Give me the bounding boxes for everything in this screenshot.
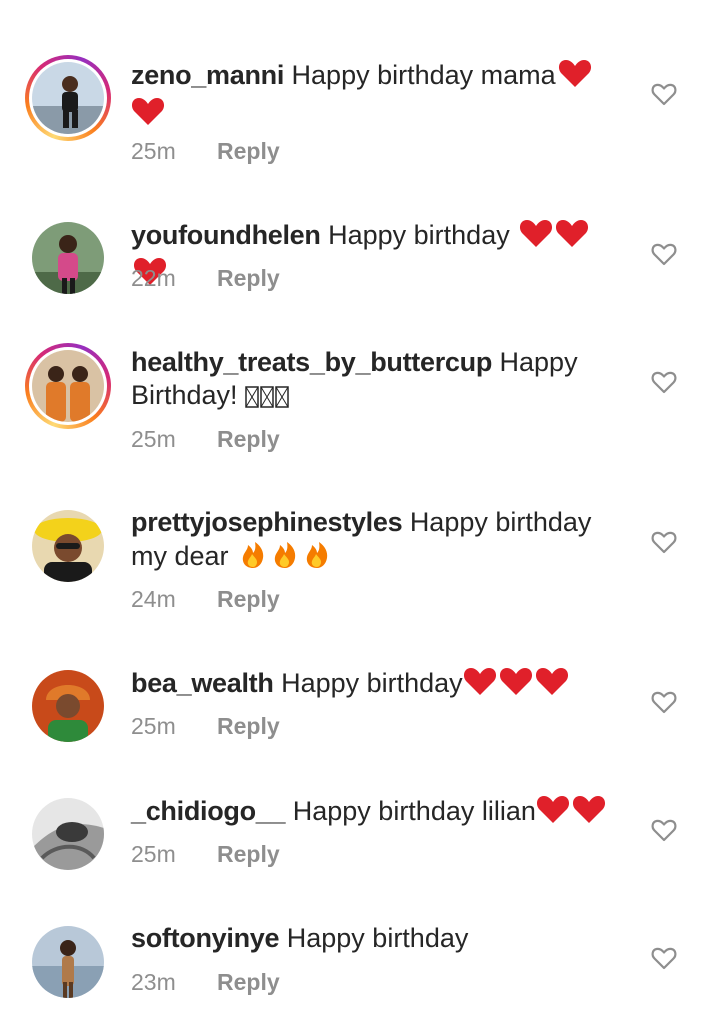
comment-text: Happy birthday: [286, 923, 469, 953]
comment-timestamp: 22m: [131, 265, 176, 291]
heart-emoji-icon: [463, 666, 497, 704]
avatar-photo: [32, 62, 104, 134]
avatar-photo: [32, 670, 104, 742]
avatar-image: [32, 222, 104, 294]
comment-text: Happy birthday: [328, 220, 518, 250]
story-ring: [25, 55, 111, 141]
comment-timestamp: 25m: [131, 138, 176, 164]
avatar-image: [32, 670, 104, 742]
comment-timestamp: 24m: [131, 586, 176, 612]
avatar-image: [32, 798, 104, 870]
avatar-photo: [32, 926, 104, 998]
avatar-image: [32, 62, 104, 134]
avatar[interactable]: [24, 54, 112, 142]
reply-button[interactable]: Reply: [217, 586, 280, 612]
comment-text: Happy birthday mama: [291, 60, 556, 90]
avatar-image: [32, 350, 104, 422]
heart-emoji-icon: [499, 666, 533, 704]
like-heart-icon[interactable]: [650, 240, 678, 268]
comment-username[interactable]: softonyinye: [131, 923, 280, 953]
avatar-image: [32, 510, 104, 582]
missing-glyph-icon: [245, 383, 259, 416]
reply-button[interactable]: Reply: [217, 841, 280, 867]
fire-emoji-icon: [302, 539, 332, 577]
comment-username[interactable]: prettyjosephinestyles: [131, 507, 403, 537]
like-heart-icon[interactable]: [650, 816, 678, 844]
avatar[interactable]: [24, 502, 112, 590]
heart-emoji-icon: [572, 794, 606, 832]
reply-button[interactable]: Reply: [217, 713, 280, 739]
story-ring: [25, 343, 111, 429]
reply-button[interactable]: Reply: [217, 426, 280, 452]
missing-glyph-icon: [275, 383, 289, 416]
reply-button[interactable]: Reply: [217, 138, 280, 164]
heart-emoji-icon: [131, 96, 165, 134]
avatar[interactable]: [24, 790, 112, 878]
fire-emoji-icon: [270, 539, 300, 577]
comment-username[interactable]: _chidiogo__: [131, 796, 286, 826]
like-heart-icon[interactable]: [650, 528, 678, 556]
avatar-photo: [32, 222, 104, 294]
like-heart-icon[interactable]: [650, 688, 678, 716]
heart-emoji-icon: [558, 58, 592, 96]
like-heart-icon[interactable]: [650, 80, 678, 108]
reply-button[interactable]: Reply: [217, 969, 280, 995]
comment-username[interactable]: healthy_treats_by_buttercup: [131, 347, 492, 377]
avatar[interactable]: [24, 662, 112, 750]
comment-timestamp: 25m: [131, 841, 176, 867]
like-heart-icon[interactable]: [650, 944, 678, 972]
avatar-photo: [32, 510, 104, 582]
comment-text: Happy birthday lilian: [292, 796, 536, 826]
comment-username[interactable]: bea_wealth: [131, 668, 274, 698]
like-heart-icon[interactable]: [650, 368, 678, 396]
comment-username[interactable]: youfoundhelen: [131, 220, 321, 250]
avatar[interactable]: [24, 918, 112, 1006]
fire-emoji-icon: [238, 539, 268, 577]
avatar[interactable]: [24, 342, 112, 430]
avatar[interactable]: [24, 214, 112, 302]
avatar-photo: [32, 798, 104, 870]
avatar-photo: [32, 350, 104, 422]
reply-button[interactable]: Reply: [217, 265, 280, 291]
comment-timestamp: 25m: [131, 713, 176, 739]
comment-timestamp: 23m: [131, 969, 176, 995]
heart-emoji-icon: [535, 666, 569, 704]
comment-username[interactable]: zeno_manni: [131, 60, 284, 90]
heart-emoji-icon: [555, 218, 589, 256]
missing-glyph-icon: [260, 383, 274, 416]
avatar-image: [32, 926, 104, 998]
heart-emoji-icon: [536, 794, 570, 832]
comment-text: Happy birthday: [281, 668, 463, 698]
comment-timestamp: 25m: [131, 426, 176, 452]
heart-emoji-icon: [519, 218, 553, 256]
